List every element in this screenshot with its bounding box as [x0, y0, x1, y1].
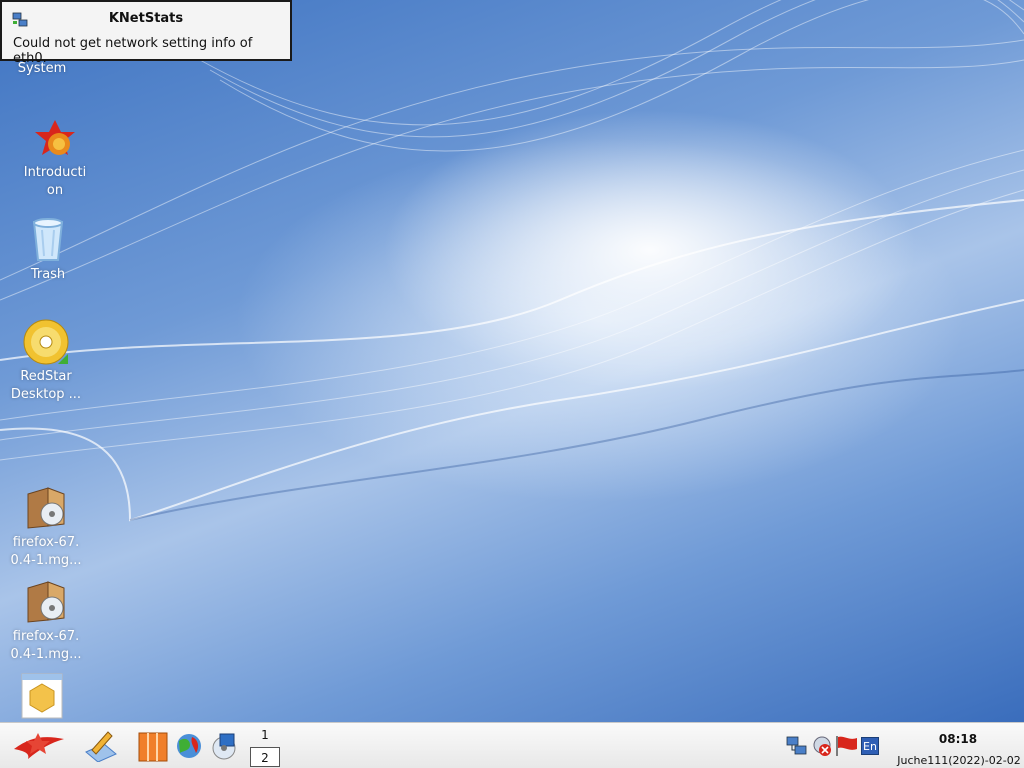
desktop-icon-firefox-package-1[interactable]: firefox-67. 0.4-1.mg... — [0, 484, 92, 570]
media-player-icon[interactable] — [210, 732, 238, 764]
pager-desktop-1[interactable]: 1 — [250, 725, 280, 745]
trash-icon — [24, 216, 72, 264]
desktop-pager: 1 2 — [250, 723, 282, 768]
document-package-icon — [18, 672, 66, 720]
desktop-wallpaper[interactable] — [0, 0, 1024, 722]
desktop-icon-label: RedStar Desktop ... — [10, 369, 82, 402]
redstar-start-icon[interactable] — [10, 729, 68, 767]
notification-message: Could not get network setting info of et… — [13, 36, 253, 66]
taskbar-clock[interactable]: 08:18 — [918, 732, 998, 746]
desktop-icon-label: Trash — [30, 267, 66, 282]
desktop-icon-document-package[interactable] — [0, 672, 88, 722]
network-error-icon[interactable] — [811, 735, 833, 761]
desktop-icon-redstar-desktop[interactable]: RedStar Desktop ... — [0, 318, 92, 404]
input-method-icon[interactable]: En — [861, 737, 879, 755]
web-browser-icon[interactable] — [176, 733, 202, 763]
desktop-icon-label: firefox-67. 0.4-1.mg... — [10, 535, 82, 568]
notification-title: KNetStats — [108, 11, 184, 26]
network-status-icon[interactable] — [786, 735, 808, 761]
taskbar-date: Juche111(2022)-02-02 — [897, 754, 1021, 767]
flag-icon[interactable] — [835, 735, 859, 761]
taskbar: 1 2 En 08:18 Juche111(2022)-02-02 — [0, 722, 1024, 768]
text-editor-icon[interactable] — [84, 730, 118, 766]
desktop-icon-trash[interactable]: Trash — [2, 216, 94, 284]
wallpaper-waves — [0, 0, 1024, 522]
cd-disc-icon — [22, 318, 70, 366]
desktop-icon-introduction[interactable]: Introducti on — [9, 114, 101, 200]
pager-desktop-2[interactable]: 2 — [250, 747, 280, 767]
package-icon — [22, 578, 70, 626]
desktop-icon-label: Introducti on — [23, 165, 87, 198]
file-manager-icon[interactable] — [138, 730, 168, 766]
knetstats-notification[interactable]: KNetStats Could not get network setting … — [0, 0, 292, 66]
redstar-introduction-icon — [31, 114, 79, 162]
desktop-icon-label: firefox-67. 0.4-1.mg... — [10, 629, 82, 662]
desktop-icon-firefox-package-2[interactable]: firefox-67. 0.4-1.mg... — [0, 578, 92, 664]
package-icon — [22, 484, 70, 532]
